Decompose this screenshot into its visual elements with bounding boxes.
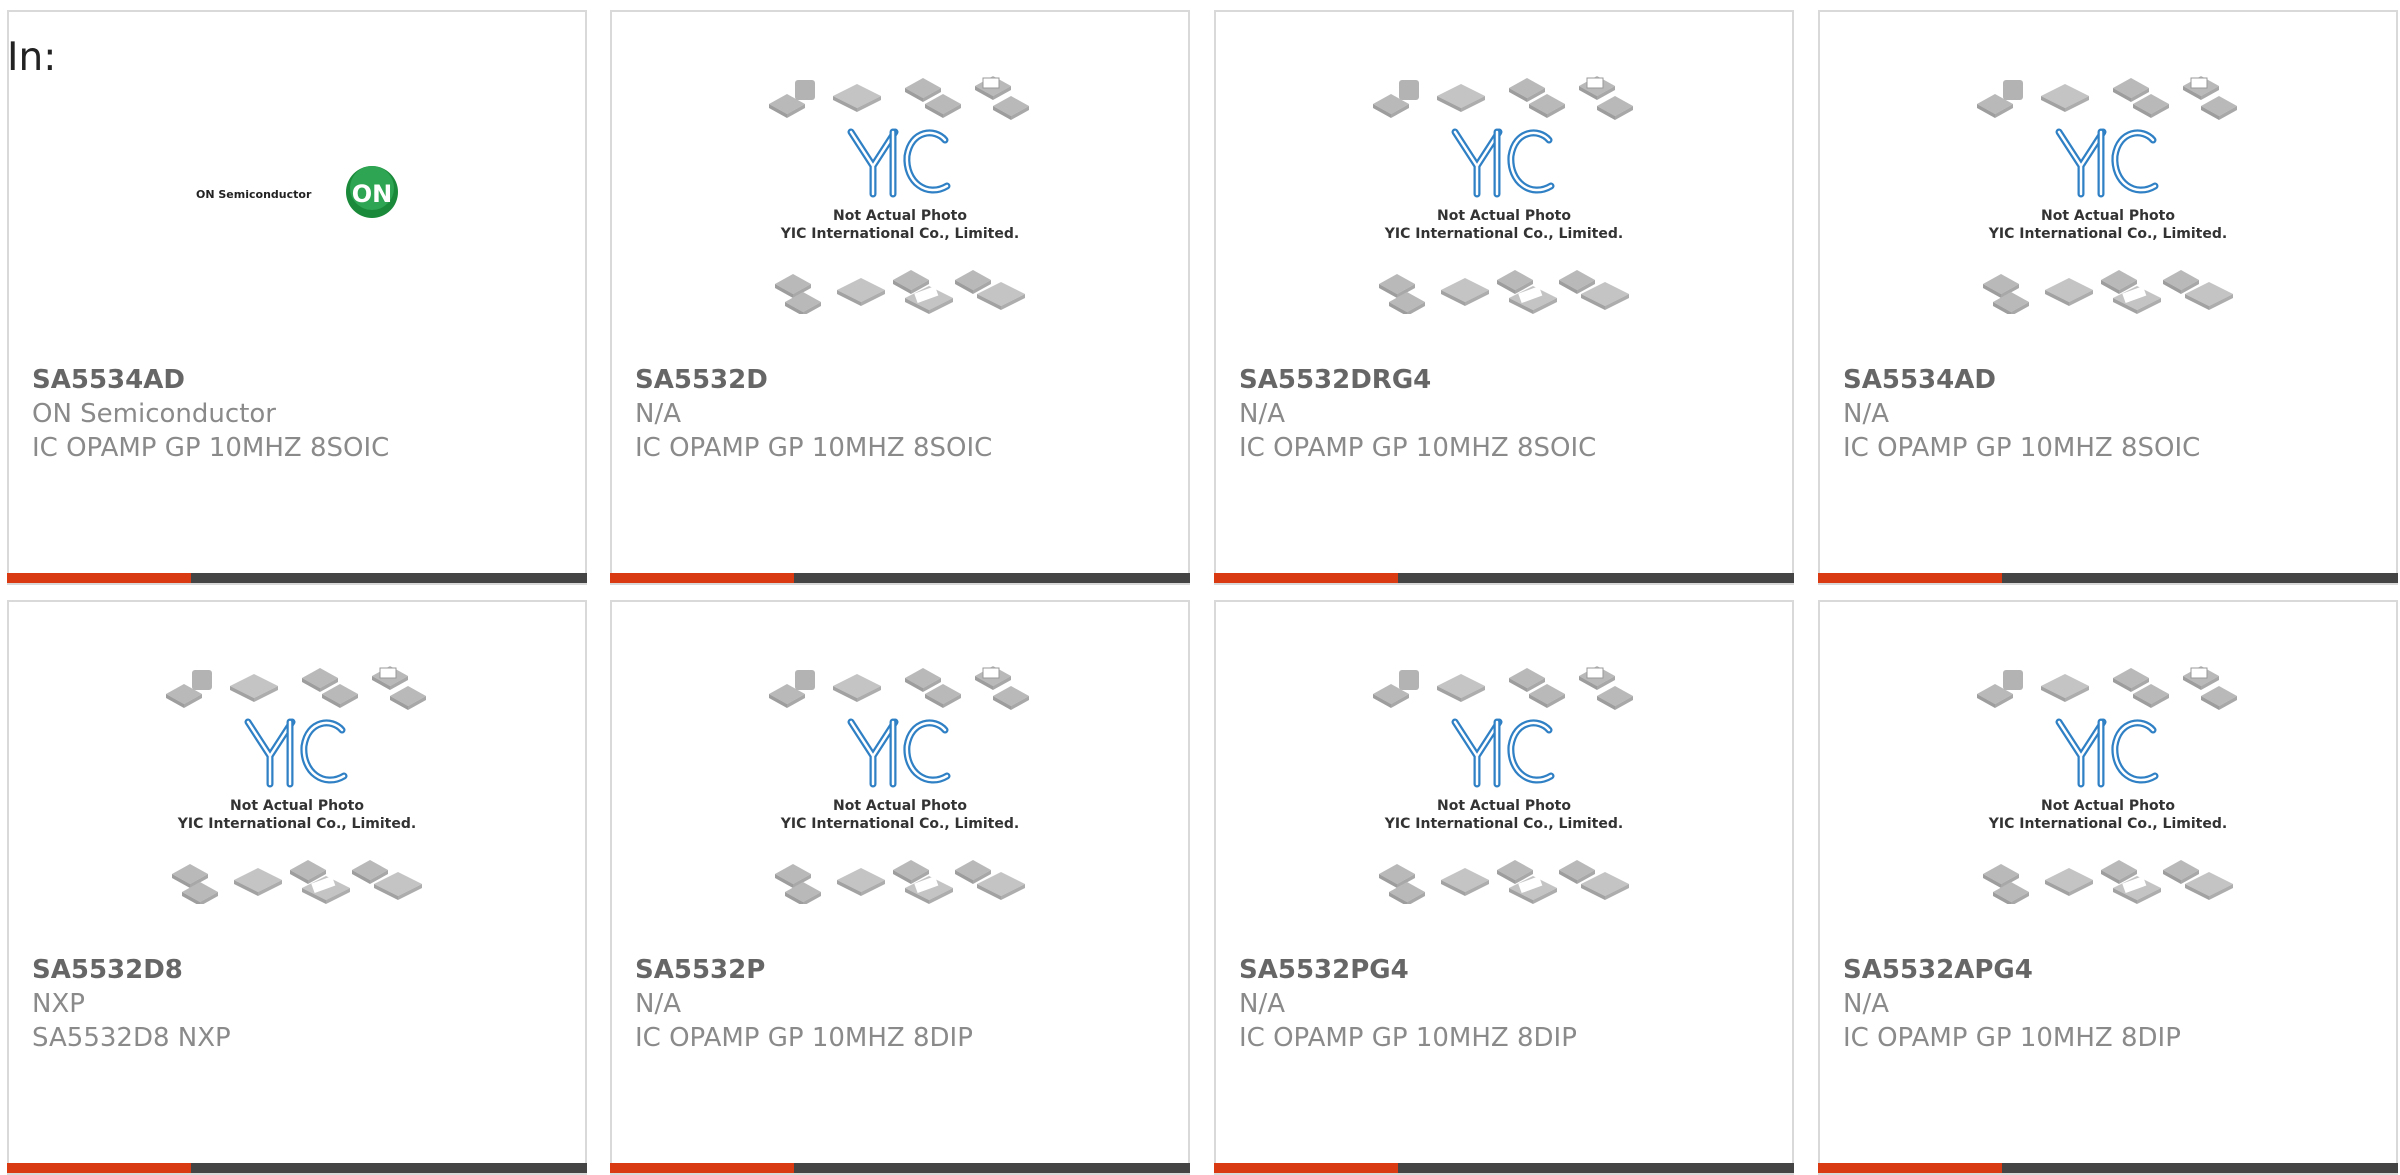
dark-segment [1398,573,1794,583]
product-info: SA5532PG4 N/A IC OPAMP GP 10MHZ 8DIP [1239,953,1776,1055]
placeholder-line1: Not Actual Photo [2041,208,2175,224]
accent-segment [610,573,794,583]
product-image-placeholder[interactable]: Not Actual Photo YIC International Co., L… [1820,74,2396,374]
part-number[interactable]: SA5534AD [32,363,569,397]
product-info: SA5532D N/A IC OPAMP GP 10MHZ 8SOIC [635,363,1172,465]
placeholder-line2: YIC International Co., Limited. [1384,816,1623,832]
product-info: SA5532P N/A IC OPAMP GP 10MHZ 8DIP [635,953,1172,1055]
accent-segment [1214,573,1398,583]
part-number[interactable]: SA5532DRG4 [1239,363,1776,397]
part-number[interactable]: SA5532APG4 [1843,953,2380,987]
on-logo-text: ON Semiconductor [196,188,312,201]
product-card[interactable]: Not Actual Photo YIC International Co., L… [1214,600,1794,1175]
description: IC OPAMP GP 10MHZ 8SOIC [1239,433,1597,463]
card-accent-bar [610,1163,1190,1173]
card-accent-bar [1214,1163,1794,1173]
placeholder-line2: YIC International Co., Limited. [177,816,416,832]
product-card[interactable]: Not Actual Photo YIC International Co., L… [610,10,1190,585]
card-accent-bar [610,573,1190,583]
placeholder-line1: Not Actual Photo [2041,798,2175,814]
product-image-placeholder[interactable]: Not Actual Photo YIC International Co., L… [612,74,1188,374]
product-card[interactable]: Not Actual Photo YIC International Co., L… [1818,10,2398,585]
manufacturer: N/A [1843,989,1889,1019]
card-accent-bar [1214,573,1794,583]
manufacturer: N/A [635,399,681,429]
manufacturer: N/A [635,989,681,1019]
accent-segment [7,573,191,583]
dark-segment [794,1163,1190,1173]
description: IC OPAMP GP 10MHZ 8DIP [1239,1023,1577,1053]
placeholder-line1: Not Actual Photo [1437,208,1571,224]
accent-segment [610,1163,794,1173]
product-card[interactable]: ON Semiconductor ON SA5534AD ON Semiconduct… [7,10,587,585]
card-accent-bar [7,573,587,583]
accent-segment [1818,1163,2002,1173]
placeholder-line2: YIC International Co., Limited. [780,816,1019,832]
placeholder-line1: Not Actual Photo [833,208,967,224]
dark-segment [2002,1163,2398,1173]
dark-segment [191,573,587,583]
accent-segment [7,1163,191,1173]
dark-segment [1398,1163,1794,1173]
product-card[interactable]: Not Actual Photo YIC International Co., L… [1214,10,1794,585]
placeholder-line1: Not Actual Photo [833,798,967,814]
placeholder-line2: YIC International Co., Limited. [1384,226,1623,242]
manufacturer: N/A [1239,399,1285,429]
manufacturer: NXP [32,989,85,1019]
dark-segment [2002,573,2398,583]
product-image-placeholder[interactable]: Not Actual Photo YIC International Co., L… [1820,664,2396,964]
on-logo-badge: ON [352,180,393,208]
description: IC OPAMP GP 10MHZ 8DIP [635,1023,973,1053]
description: SA5532D8 NXP [32,1023,231,1053]
placeholder-line2: YIC International Co., Limited. [1988,816,2227,832]
description: IC OPAMP GP 10MHZ 8DIP [1843,1023,2181,1053]
dark-segment [191,1163,587,1173]
description: IC OPAMP GP 10MHZ 8SOIC [32,433,390,463]
product-card[interactable]: Not Actual Photo YIC International Co., L… [1818,600,2398,1175]
product-card[interactable]: Not Actual Photo YIC International Co., L… [7,600,587,1175]
placeholder-line1: Not Actual Photo [1437,798,1571,814]
placeholder-line1: Not Actual Photo [230,798,364,814]
placeholder-line2: YIC International Co., Limited. [780,226,1019,242]
part-number[interactable]: SA5532P [635,953,1172,987]
in-label: In: [7,35,57,80]
manufacturer: ON Semiconductor [32,399,276,429]
product-image-placeholder[interactable]: Not Actual Photo YIC International Co., L… [612,664,1188,964]
product-info: SA5532APG4 N/A IC OPAMP GP 10MHZ 8DIP [1843,953,2380,1055]
card-accent-bar [1818,573,2398,583]
product-info: SA5534AD ON Semiconductor IC OPAMP GP 10MH… [32,363,569,465]
card-accent-bar [7,1163,587,1173]
placeholder-line2: YIC International Co., Limited. [1988,226,2227,242]
manufacturer: N/A [1843,399,1889,429]
manufacturer: N/A [1239,989,1285,1019]
part-number[interactable]: SA5532D [635,363,1172,397]
card-accent-bar [1818,1163,2398,1173]
product-card[interactable]: Not Actual Photo YIC International Co., L… [610,600,1190,1175]
product-image-placeholder[interactable]: Not Actual Photo YIC International Co., L… [1216,664,1792,964]
part-number[interactable]: SA5534AD [1843,363,2380,397]
product-image-placeholder[interactable]: Not Actual Photo YIC International Co., L… [9,664,585,964]
description: IC OPAMP GP 10MHZ 8SOIC [1843,433,2201,463]
dark-segment [794,573,1190,583]
accent-segment [1214,1163,1398,1173]
product-info: SA5532DRG4 N/A IC OPAMP GP 10MHZ 8SOIC [1239,363,1776,465]
product-info: SA5534AD N/A IC OPAMP GP 10MHZ 8SOIC [1843,363,2380,465]
accent-segment [1818,573,2002,583]
on-semiconductor-logo[interactable]: ON Semiconductor ON [9,74,585,374]
part-number[interactable]: SA5532D8 [32,953,569,987]
product-info: SA5532D8 NXP SA5532D8 NXP [32,953,569,1055]
part-number[interactable]: SA5532PG4 [1239,953,1776,987]
description: IC OPAMP GP 10MHZ 8SOIC [635,433,993,463]
product-image-placeholder[interactable]: Not Actual Photo YIC International Co., L… [1216,74,1792,374]
